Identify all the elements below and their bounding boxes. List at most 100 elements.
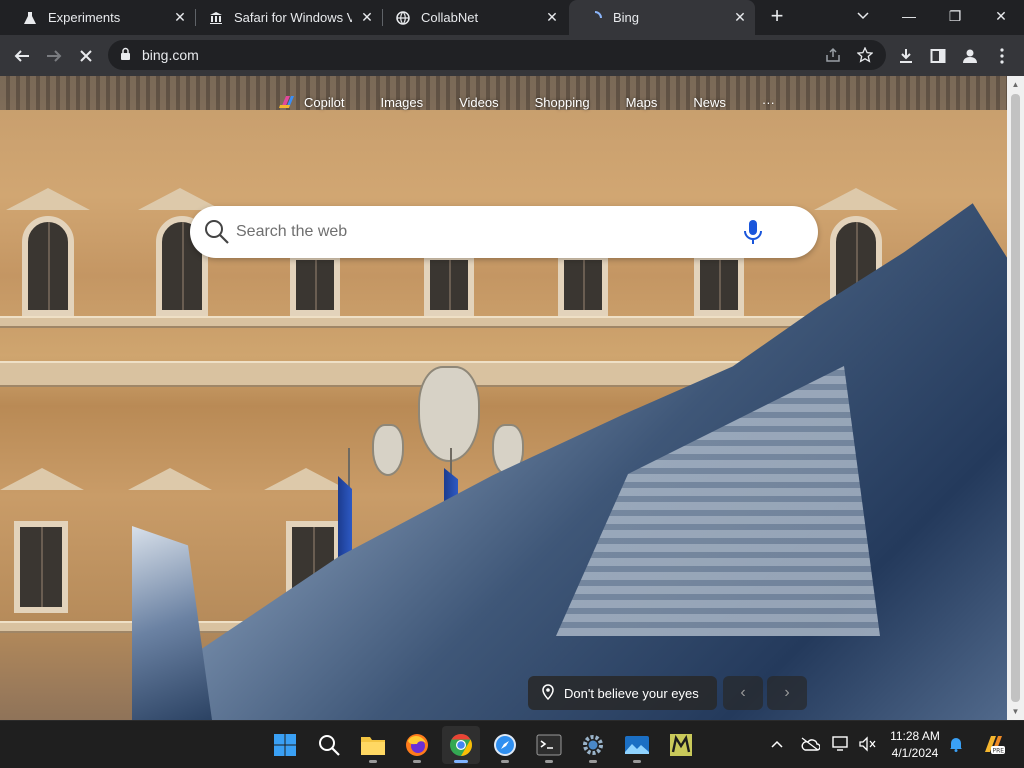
taskbar-app-m[interactable]	[662, 726, 700, 764]
taskbar-safari[interactable]	[486, 726, 524, 764]
terminal-icon	[536, 734, 562, 756]
bing-top-nav: Copilot Images Videos Shopping Maps News…	[278, 93, 811, 111]
previous-image-button[interactable]: ‹	[723, 676, 763, 710]
taskbar-chrome[interactable]	[442, 726, 480, 764]
volume-muted-icon[interactable]	[856, 733, 878, 755]
microphone-icon[interactable]	[742, 219, 764, 250]
background-window	[424, 254, 474, 316]
stop-loading-button[interactable]	[73, 43, 99, 69]
folder-icon	[361, 737, 385, 755]
taskbar-firefox[interactable]	[398, 726, 436, 764]
scrollbar-thumb[interactable]	[1011, 94, 1020, 702]
nav-more[interactable]: ···	[762, 95, 775, 110]
page-scrollbar[interactable]: ▲ ▼	[1007, 76, 1024, 720]
menu-kebab-icon[interactable]	[989, 43, 1015, 69]
globe-icon	[395, 10, 411, 26]
search-icon	[204, 219, 230, 250]
close-tab-icon[interactable]: ✕	[171, 8, 189, 26]
background-window	[290, 254, 340, 316]
loading-icon	[587, 10, 603, 26]
search-input[interactable]	[236, 218, 736, 246]
copilot-taskbar-icon[interactable]: PRE	[980, 731, 1006, 757]
tab-safari[interactable]: Safari for Windows Ve ✕	[196, 0, 382, 35]
background-crest	[372, 424, 404, 476]
search-box[interactable]	[190, 206, 818, 258]
new-tab-button[interactable]: +	[765, 5, 789, 29]
next-image-button[interactable]: ›	[767, 676, 807, 710]
tab-bing[interactable]: Bing ✕	[569, 0, 755, 35]
running-indicator	[369, 760, 377, 763]
minimize-button[interactable]: —	[894, 3, 924, 29]
arrow-left-icon	[14, 50, 29, 62]
firefox-icon	[406, 734, 428, 756]
close-window-button[interactable]: ✕	[986, 3, 1016, 29]
close-tab-icon[interactable]: ✕	[731, 8, 749, 26]
clock-date: 4/1/2024	[891, 746, 939, 760]
url-text[interactable]: bing.com	[142, 47, 199, 63]
nav-shopping[interactable]: Shopping	[535, 95, 590, 110]
background-pediment	[6, 188, 90, 210]
onedrive-icon[interactable]	[799, 733, 821, 755]
maximize-button[interactable]: ❐	[940, 3, 970, 29]
background-crest	[418, 366, 480, 462]
profile-icon[interactable]	[957, 43, 983, 69]
tab-title: Experiments	[48, 10, 121, 25]
tab-title: Bing	[613, 10, 640, 25]
image-caption[interactable]: Don't believe your eyes	[528, 676, 717, 710]
scroll-up-icon[interactable]: ▲	[1011, 80, 1020, 89]
taskbar-file-explorer[interactable]	[354, 726, 392, 764]
background-pediment	[128, 468, 212, 490]
nav-images[interactable]: Images	[380, 95, 423, 110]
network-display-icon[interactable]	[830, 733, 852, 755]
system-clock[interactable]: 11:28 AM 4/1/2024	[880, 728, 950, 762]
tab-title: Safari for Windows Ve	[234, 10, 352, 25]
download-icon[interactable]	[893, 43, 919, 69]
taskbar-terminal[interactable]	[530, 726, 568, 764]
svg-text:PRE: PRE	[993, 748, 1005, 755]
background-window	[14, 521, 68, 613]
background-window	[22, 216, 74, 316]
running-indicator	[589, 760, 597, 763]
forward-button[interactable]	[41, 43, 67, 69]
scroll-down-icon[interactable]: ▼	[1011, 707, 1020, 716]
tab-search-icon[interactable]	[848, 3, 878, 29]
notification-bell-icon[interactable]	[945, 733, 967, 755]
arrow-right-icon	[47, 50, 62, 62]
running-indicator	[413, 760, 421, 763]
tab-strip: Experiments ✕ Safari for Windows Ve ✕ Co…	[0, 0, 1024, 35]
compass-icon	[494, 734, 516, 756]
background-pediment	[0, 468, 84, 490]
back-button[interactable]	[9, 43, 35, 69]
tab-collabnet[interactable]: CollabNet ✕	[383, 0, 567, 35]
show-hidden-icons-icon[interactable]	[766, 733, 788, 755]
nav-label: Copilot	[304, 94, 345, 110]
bookmark-star-icon[interactable]	[854, 44, 876, 66]
windows-taskbar: 11:28 AM 4/1/2024 PRE	[0, 720, 1024, 768]
background-pediment	[814, 188, 898, 210]
taskbar-photos[interactable]	[618, 726, 656, 764]
close-tab-icon[interactable]: ✕	[358, 8, 376, 26]
tab-title: CollabNet	[421, 10, 479, 25]
close-icon	[80, 50, 92, 62]
caption-text: Don't believe your eyes	[564, 685, 699, 701]
taskbar-settings[interactable]	[574, 726, 612, 764]
bank-icon	[208, 10, 224, 26]
side-panel-icon[interactable]	[925, 43, 951, 69]
start-button[interactable]	[266, 726, 304, 764]
photos-icon	[625, 736, 649, 754]
tab-experiments[interactable]: Experiments ✕	[0, 0, 195, 35]
address-bar[interactable]: bing.com	[108, 40, 886, 70]
nav-copilot[interactable]: Copilot	[278, 94, 344, 110]
lock-icon[interactable]	[120, 47, 131, 66]
share-icon[interactable]	[822, 44, 844, 66]
close-tab-icon[interactable]: ✕	[543, 8, 561, 26]
nav-news[interactable]: News	[693, 95, 726, 110]
flask-icon	[22, 10, 38, 26]
nav-maps[interactable]: Maps	[626, 95, 658, 110]
taskbar-search-button[interactable]	[310, 726, 348, 764]
bing-page: Copilot Images Videos Shopping Maps News…	[0, 76, 1007, 720]
background-pediment	[264, 468, 348, 490]
gear-icon	[583, 735, 603, 755]
browser-toolbar: bing.com	[0, 35, 1024, 76]
nav-videos[interactable]: Videos	[459, 95, 499, 110]
